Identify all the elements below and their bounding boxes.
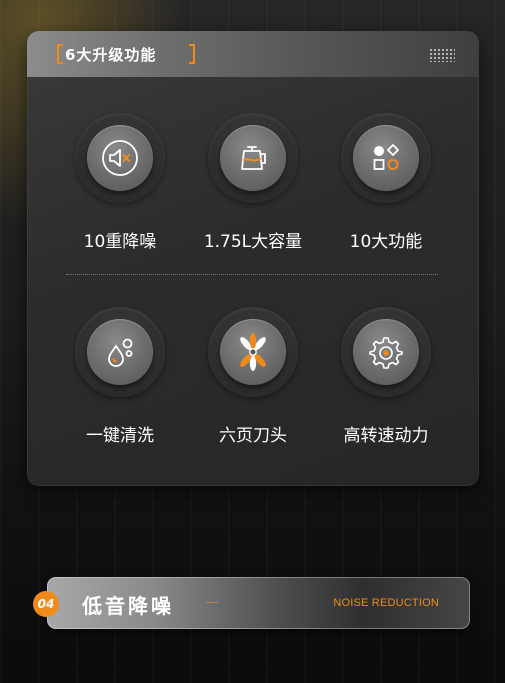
icon-disc (220, 125, 286, 191)
shapes-icon (373, 144, 399, 170)
jug-icon (241, 146, 266, 170)
icon-disc (87, 319, 153, 385)
feature-label: 10重降噪 (83, 232, 157, 252)
feature-label: 1.75L大容量 (203, 232, 303, 252)
bracket-right-icon (189, 44, 195, 64)
icon-disc (87, 125, 153, 191)
feature-capacity[interactable]: 1.75L大容量 (183, 113, 323, 263)
section-title: 低音降噪 (82, 594, 174, 618)
feature-label: 10大功能 (349, 232, 423, 252)
feature-label: 一键清洗 (86, 426, 154, 446)
feature-label: 高转速动力 (343, 426, 429, 446)
water-drops-icon (108, 338, 133, 367)
feature-label: 六页刀头 (219, 426, 287, 446)
feature-noise-reduction[interactable]: 10重降噪 (50, 113, 190, 263)
card-header: 6大升级功能 (27, 31, 479, 77)
gear-icon (369, 337, 403, 369)
dotted-divider (66, 274, 438, 275)
dots-grid-icon (429, 48, 455, 62)
feature-one-key-clean[interactable]: 一键清洗 (50, 307, 190, 457)
section-subtitle-en: NOISE REDUCTION (333, 597, 439, 609)
card-title: 6大升级功能 (65, 46, 157, 64)
feature-functions[interactable]: 10大功能 (316, 113, 456, 263)
mute-speaker-icon (102, 140, 138, 176)
icon-disc (220, 319, 286, 385)
bracket-left-icon (57, 44, 63, 64)
feature-card: 6大升级功能 10重降噪 1.75L大容量 10大功能 一键清洗 六页刀头 高转… (27, 31, 479, 486)
icon-disc (353, 125, 419, 191)
blade-icon (240, 333, 266, 371)
section-number-badge: 04 (33, 591, 59, 617)
icon-disc (353, 319, 419, 385)
feature-high-speed[interactable]: 高转速动力 (316, 307, 456, 457)
section-dash (206, 602, 218, 603)
feature-six-blade[interactable]: 六页刀头 (183, 307, 323, 457)
